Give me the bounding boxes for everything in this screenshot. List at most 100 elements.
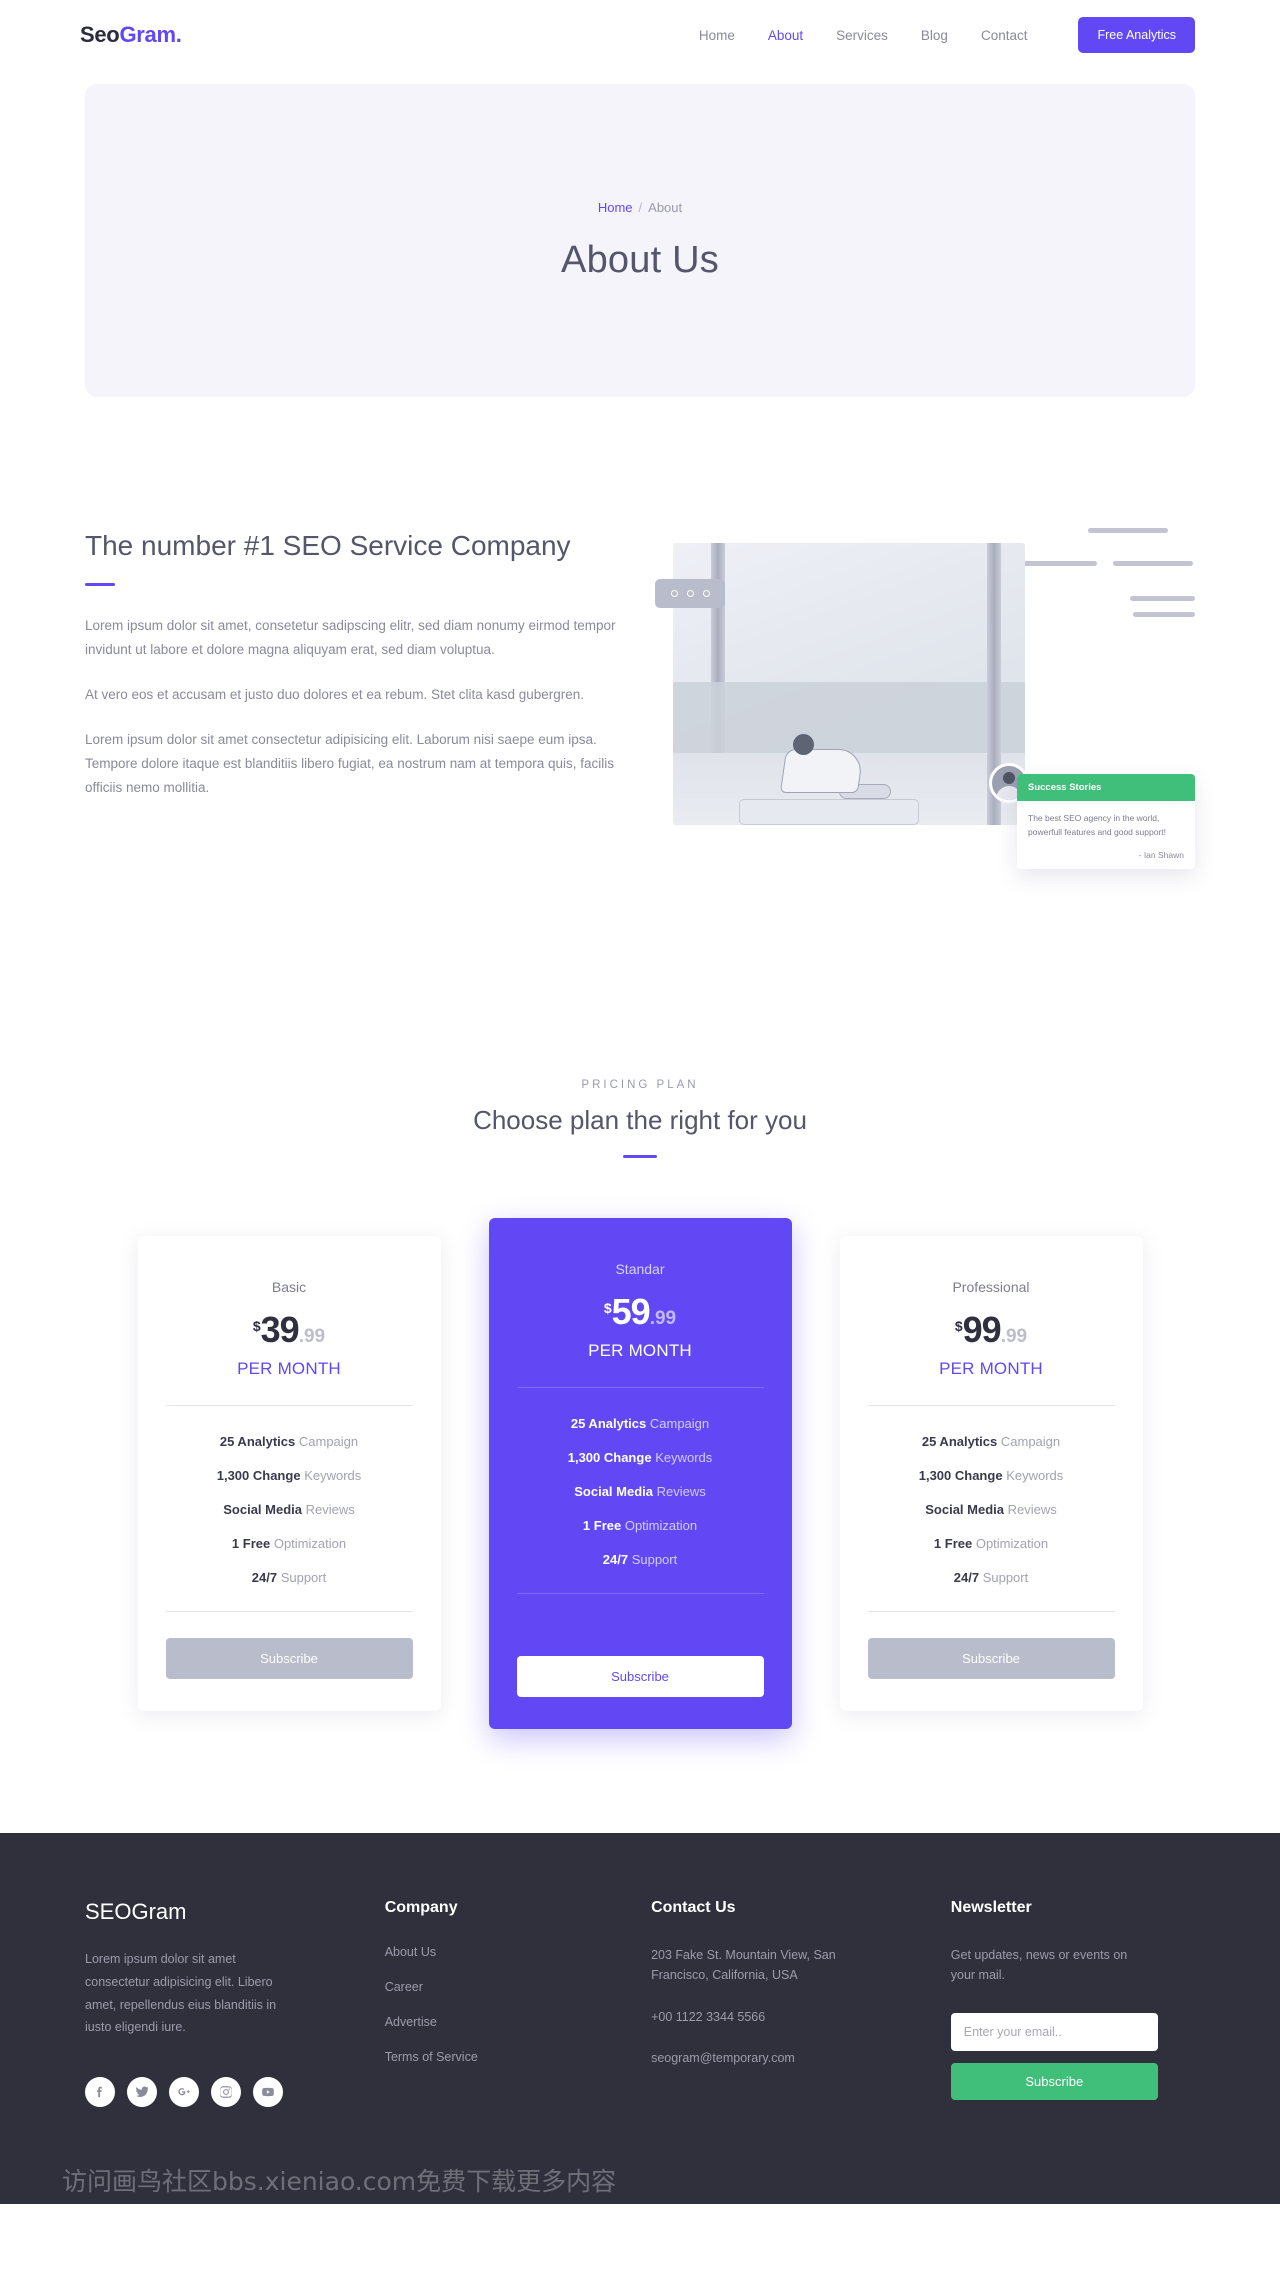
pricing-card-standar[interactable]: Standar $ 59 .99 PER MONTH 25 Analytics … (488, 1218, 792, 1729)
plan-features: 25 Analytics Campaign 1,300 Change Keywo… (868, 1406, 1115, 1585)
subscribe-button-standar[interactable]: Subscribe (516, 1656, 764, 1697)
newsletter-subscribe-button[interactable]: Subscribe (950, 2062, 1158, 2100)
plan-features: 25 Analytics Campaign 1,300 Change Keywo… (517, 1388, 764, 1567)
google-plus-icon[interactable] (169, 2077, 199, 2107)
about-illustration: Success Stories The best SEO agency in t… (655, 514, 1195, 934)
page-title: About Us (561, 238, 719, 281)
feature-light: Support (631, 1552, 678, 1567)
logo-accent-text: Gram. (119, 22, 182, 47)
pricing-title: Choose plan the right for you (473, 1105, 807, 1135)
plan-cents: .99 (649, 1308, 677, 1329)
logo-main-text: Seo (80, 22, 120, 47)
plan-feature: Social Media Reviews (868, 1502, 1115, 1517)
plan-feature: 25 Analytics Campaign (166, 1434, 413, 1449)
newsletter-email-input[interactable] (950, 2012, 1158, 2051)
footer-phone[interactable]: +00 1122 3344 5566 (651, 2007, 841, 2027)
feature-bold: 1 Free (231, 1536, 271, 1551)
breadcrumb-link-home[interactable]: Home (598, 200, 633, 215)
plan-currency: $ (954, 1318, 963, 1334)
person-body (779, 749, 865, 793)
feature-light: Optimization (975, 1536, 1049, 1551)
youtube-icon[interactable] (253, 2077, 283, 2107)
plan-feature: 1,300 Change Keywords (517, 1450, 764, 1465)
window-controls (655, 579, 725, 608)
feature-bold: 1,300 Change (918, 1468, 1003, 1483)
social-links (85, 2077, 385, 2107)
feature-light: Campaign (649, 1416, 710, 1431)
feature-bold: Social Media (223, 1502, 302, 1517)
plan-feature: 24/7 Support (868, 1570, 1115, 1585)
plan-divider (516, 1593, 764, 1594)
plan-feature: 1 Free Optimization (517, 1518, 764, 1533)
plan-price: $ 59 .99 (517, 1294, 764, 1330)
site-header: SeoGram. Home About Services Blog Contac… (0, 0, 1280, 70)
footer-brand: SEOGram (85, 1899, 187, 1924)
feature-bold: 1 Free (933, 1536, 973, 1551)
about-section: The number #1 SEO Service Company Lorem … (0, 397, 1280, 934)
plan-period: PER MONTH (237, 1359, 341, 1378)
free-analytics-button[interactable]: Free Analytics (1078, 17, 1195, 53)
feature-bold: 24/7 (602, 1552, 629, 1567)
decoration-bar (1130, 596, 1195, 601)
footer-link-career[interactable]: Career (385, 1980, 651, 1994)
office-photo (673, 543, 1025, 825)
footer-email[interactable]: seogram@temporary.com (651, 2048, 841, 2068)
success-story-text: The best SEO agency in the world, powerf… (1028, 813, 1166, 837)
feature-light: Campaign (298, 1434, 359, 1449)
window-dot-icon (686, 590, 694, 597)
twitter-icon[interactable] (127, 2077, 157, 2107)
nav-item-about[interactable]: About (768, 28, 803, 43)
footer-newsletter-text: Get updates, news or events on your mail… (950, 1948, 1128, 1983)
footer-newsletter-heading: Newsletter (950, 1899, 1032, 1916)
plan-feature: 25 Analytics Campaign (517, 1416, 764, 1431)
pricing-plans: Basic $ 39 .99 PER MONTH 25 Analytics Ca… (0, 1158, 1280, 1729)
footer-address: 203 Fake St. Mountain View, San Francisc… (651, 1948, 836, 1983)
plan-cents: .99 (298, 1326, 326, 1347)
about-paragraph-2: At vero eos et accusam et justo duo dolo… (85, 687, 585, 703)
footer-link-about-us[interactable]: About Us (385, 1945, 651, 1959)
feature-bold: Social Media (925, 1502, 1004, 1517)
feature-light: Reviews (305, 1502, 355, 1517)
footer-link-advertise[interactable]: Advertise (385, 2015, 651, 2029)
about-accent-rule (85, 583, 115, 587)
plan-cents: .99 (1000, 1326, 1028, 1347)
pricing-section: PRICING PLAN Choose plan the right for y… (0, 934, 1280, 1729)
facebook-icon[interactable] (85, 2077, 115, 2107)
plan-name: Standar (615, 1261, 665, 1277)
feature-bold: 24/7 (953, 1570, 980, 1585)
pricing-card-basic[interactable]: Basic $ 39 .99 PER MONTH 25 Analytics Ca… (137, 1236, 441, 1711)
nav-item-blog[interactable]: Blog (921, 28, 948, 43)
plan-feature: 1,300 Change Keywords (868, 1468, 1115, 1483)
nav-item-home[interactable]: Home (699, 28, 735, 43)
instagram-icon[interactable] (211, 2077, 241, 2107)
footer-link-terms-of-service[interactable]: Terms of Service (385, 2050, 651, 2064)
subscribe-button-professional[interactable]: Subscribe (867, 1638, 1115, 1679)
plan-feature: 25 Analytics Campaign (868, 1434, 1115, 1449)
pricing-card-professional[interactable]: Professional $ 99 .99 PER MONTH 25 Analy… (839, 1236, 1143, 1711)
plan-amount: 59 (611, 1291, 651, 1332)
nav-item-services[interactable]: Services (836, 28, 888, 43)
about-heading: The number #1 SEO Service Company (85, 530, 571, 561)
success-story-title: Success Stories (1017, 774, 1195, 801)
avatar-head (1003, 772, 1015, 784)
site-logo[interactable]: SeoGram. (80, 22, 182, 48)
nav-item-contact[interactable]: Contact (981, 28, 1028, 43)
feature-light: Reviews (656, 1484, 706, 1499)
watermark-text: 访问画鸟社区bbs.xieniao.com免费下载更多内容 (62, 2167, 617, 2196)
plan-period: PER MONTH (588, 1341, 692, 1360)
site-footer: SEOGram Lorem ipsum dolor sit amet conse… (0, 1833, 1280, 2204)
footer-company-heading: Company (384, 1899, 458, 1916)
breadcrumb: Home / About (598, 200, 682, 215)
page-banner: Home / About About Us (85, 84, 1195, 397)
main-navigation: Home About Services Blog Contact Free An… (699, 17, 1195, 53)
feature-light: Optimization (273, 1536, 347, 1551)
footer-columns: SEOGram Lorem ipsum dolor sit amet conse… (85, 1899, 1195, 2107)
success-story-author: - Ian Shawn (1138, 849, 1184, 860)
footer-contact-heading: Contact Us (651, 1899, 736, 1916)
subscribe-button-basic[interactable]: Subscribe (165, 1638, 413, 1679)
feature-bold: 24/7 (251, 1570, 278, 1585)
feature-light: Keywords (655, 1450, 713, 1465)
plan-feature: 1 Free Optimization (166, 1536, 413, 1551)
about-paragraph-3: Lorem ipsum dolor sit amet consectetur a… (85, 732, 615, 796)
footer-contact-column: Contact Us 203 Fake St. Mountain View, S… (651, 1899, 951, 2107)
